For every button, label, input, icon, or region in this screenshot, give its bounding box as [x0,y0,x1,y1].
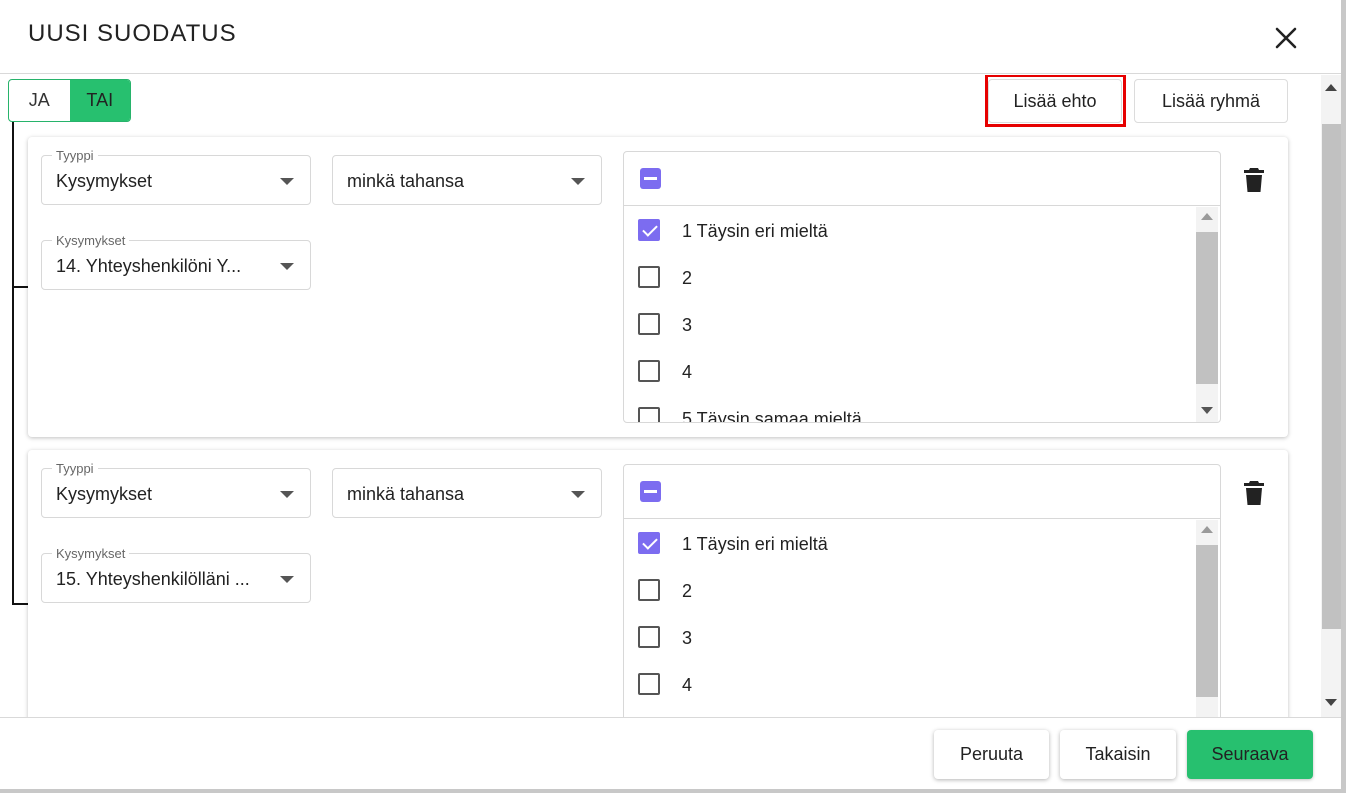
option-label: 4 [682,675,693,695]
option-label: 2 [682,581,693,601]
answer-options-list: 1 Täysin eri mieltä 2 3 4 [623,151,1221,423]
scroll-down-icon[interactable] [1201,407,1213,414]
type-select[interactable]: Tyyppi Kysymykset [41,461,311,518]
toggle-or[interactable]: TAI [69,80,130,121]
type-value: Kysymykset [56,484,153,504]
option-checkbox[interactable] [638,673,660,695]
question-value: 14. Yhteyshenkilöni Y... [56,256,242,276]
option-label: 1 Täysin eri mieltä [682,221,828,241]
option-item[interactable]: 1 Täysin eri mieltä [624,520,1194,567]
window-edge [1341,0,1346,793]
condition-card-1: Tyyppi Kysymykset minkä tahansa Kysymyks… [28,137,1288,437]
option-label: 2 [682,268,693,288]
option-checkbox[interactable] [638,266,660,288]
option-checkbox[interactable] [638,579,660,601]
option-label: 3 [682,628,693,648]
dialog-footer: Peruuta Takaisin Seuraava [0,717,1341,789]
chevron-down-icon [280,491,294,498]
question-select[interactable]: Kysymykset 15. Yhteyshenkilölläni ... [41,546,311,603]
operator-select[interactable]: minkä tahansa [332,468,602,518]
option-checkbox[interactable] [638,532,660,554]
scrollbar-thumb[interactable] [1196,545,1218,697]
options-scrollbar[interactable] [1196,207,1218,422]
option-label: 3 [682,315,693,335]
filter-content: JA TAI Lisää ehto Lisää ryhmä Tyyppi Kys… [0,75,1320,717]
type-label: Tyyppi [52,461,98,476]
option-label: 4 [682,362,693,382]
type-select[interactable]: Tyyppi Kysymykset [41,148,311,205]
scroll-up-icon[interactable] [1201,526,1213,533]
bracket-tick [12,603,28,605]
option-checkbox[interactable] [638,219,660,241]
window-edge [0,789,1346,793]
select-all-checkbox[interactable] [640,168,661,189]
logic-toggle: JA TAI [8,79,131,122]
option-item[interactable]: 4 [624,348,1194,395]
back-button[interactable]: Takaisin [1060,730,1176,779]
question-label: Kysymykset [52,233,130,248]
condition-card-2: Tyyppi Kysymykset minkä tahansa Kysymyks… [28,450,1288,717]
option-item[interactable]: 2 [624,254,1194,301]
chevron-down-icon [571,178,585,185]
toggle-and[interactable]: JA [9,80,70,121]
scroll-down-icon[interactable] [1325,699,1337,706]
option-checkbox[interactable] [638,313,660,335]
operator-select[interactable]: minkä tahansa [332,155,602,205]
option-label: 5 Täysin samaa mieltä [682,409,862,423]
trash-icon[interactable] [1243,480,1265,506]
group-bracket [12,122,28,605]
answer-options-list: 1 Täysin eri mieltä 2 3 4 [623,464,1221,717]
dialog-scrollbar[interactable] [1321,75,1341,717]
chevron-down-icon [280,178,294,185]
operator-value: minkä tahansa [347,171,465,191]
option-item[interactable]: 1 Täysin eri mieltä [624,207,1194,254]
options-header [624,152,1220,206]
chevron-down-icon [280,576,294,583]
type-label: Tyyppi [52,148,98,163]
option-checkbox[interactable] [638,626,660,648]
close-icon[interactable] [1270,22,1302,54]
type-value: Kysymykset [56,171,153,191]
options-header [624,465,1220,519]
next-button[interactable]: Seuraava [1187,730,1313,779]
option-item[interactable]: 2 [624,567,1194,614]
add-group-button[interactable]: Lisää ryhmä [1134,79,1288,123]
trash-icon[interactable] [1243,167,1265,193]
option-item[interactable]: 3 [624,301,1194,348]
option-item[interactable]: 4 [624,661,1194,708]
dialog-title: UUSI SUODATUS [28,20,237,47]
scroll-up-icon[interactable] [1201,213,1213,220]
operator-value: minkä tahansa [347,484,465,504]
option-item[interactable]: 5 Täysin samaa mieltä [624,395,1194,423]
chevron-down-icon [571,491,585,498]
option-item[interactable]: 3 [624,614,1194,661]
new-filter-dialog: UUSI SUODATUS JA TAI Lisää ehto Lisää ry… [0,0,1346,793]
bracket-tick [12,286,28,288]
option-checkbox[interactable] [638,360,660,382]
scroll-up-icon[interactable] [1325,84,1337,91]
scrollbar-thumb[interactable] [1322,124,1341,629]
question-value: 15. Yhteyshenkilölläni ... [56,569,250,589]
options-scrollbar[interactable] [1196,520,1218,717]
question-select[interactable]: Kysymykset 14. Yhteyshenkilöni Y... [41,233,311,290]
question-label: Kysymykset [52,546,130,561]
select-all-checkbox[interactable] [640,481,661,502]
add-condition-button[interactable]: Lisää ehto [988,79,1122,123]
cancel-button[interactable]: Peruuta [934,730,1049,779]
dialog-header: UUSI SUODATUS [0,0,1346,74]
option-label: 1 Täysin eri mieltä [682,534,828,554]
chevron-down-icon [280,263,294,270]
scrollbar-thumb[interactable] [1196,232,1218,384]
option-checkbox[interactable] [638,407,660,422]
